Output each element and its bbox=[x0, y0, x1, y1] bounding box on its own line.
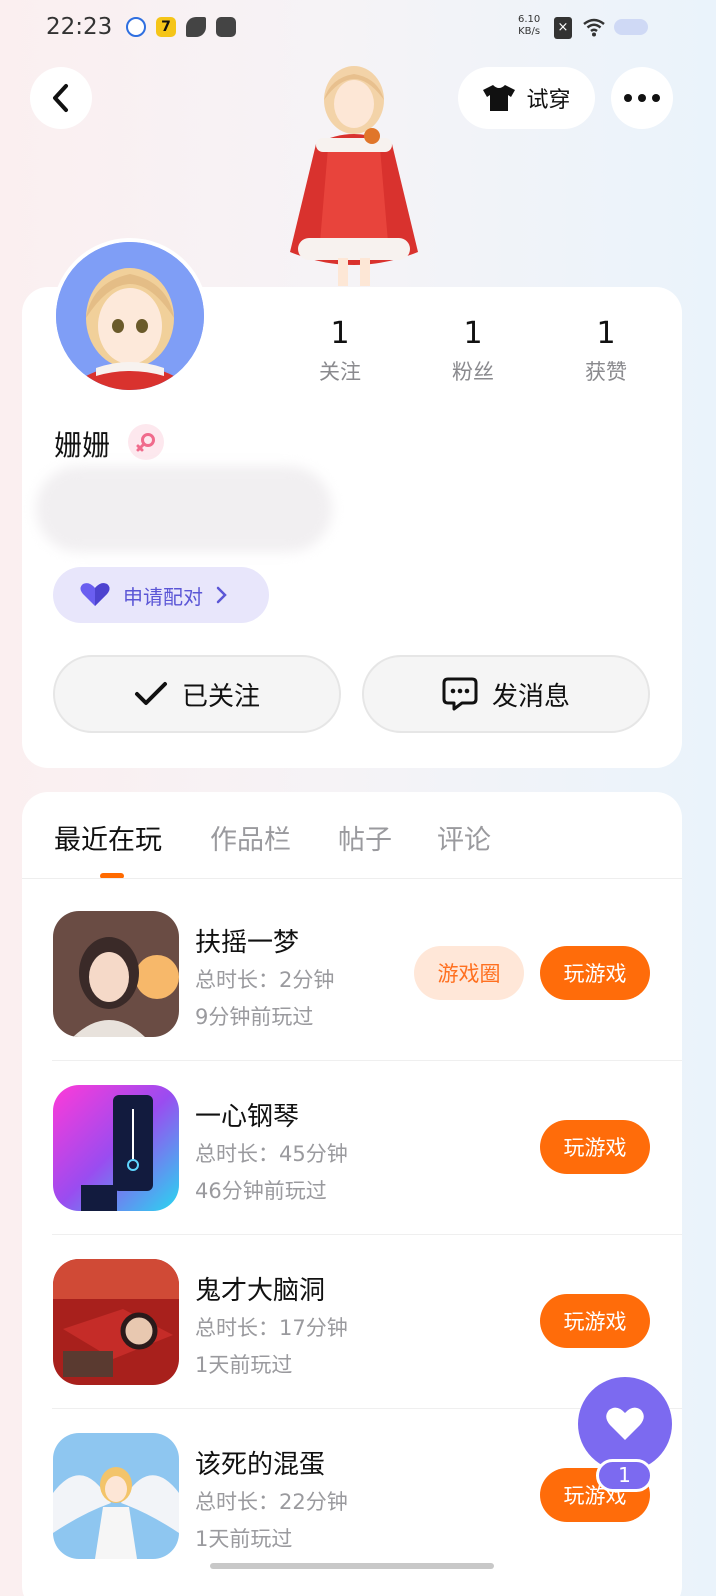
more-options-button[interactable] bbox=[611, 67, 673, 129]
game-row[interactable]: 扶摇一梦 总时长：2分钟 9分钟前玩过 游戏圈 玩游戏 bbox=[22, 887, 682, 1061]
network-speed-value: 6.10 bbox=[518, 14, 541, 25]
leaf-app-icon bbox=[186, 17, 206, 37]
chevron-left-icon bbox=[53, 84, 68, 112]
back-button[interactable] bbox=[30, 67, 92, 129]
stat-following[interactable]: 1 关注 bbox=[290, 316, 390, 386]
tab-comments[interactable]: 评论 bbox=[437, 818, 491, 857]
no-sim-icon: × bbox=[554, 17, 572, 39]
status-bar: 22:23 7 6.10 KB/s × bbox=[0, 0, 716, 56]
network-speed: 6.10 KB/s bbox=[518, 14, 540, 38]
game-row[interactable]: 一心钢琴 总时长：45分钟 46分钟前玩过 玩游戏 bbox=[22, 1061, 682, 1235]
avatar-image bbox=[56, 242, 204, 390]
game-title: 扶摇一梦 bbox=[195, 928, 300, 958]
tabs-divider bbox=[22, 878, 682, 879]
game-duration: 总时长：17分钟 bbox=[195, 1316, 348, 1340]
send-message-button[interactable]: 发消息 bbox=[362, 655, 650, 733]
send-message-label: 发消息 bbox=[491, 681, 570, 712]
game-duration: 总时长：2分钟 bbox=[195, 968, 335, 992]
game-icon-brain[interactable] bbox=[53, 1259, 179, 1385]
game-last-played: 1天前玩过 bbox=[195, 1353, 293, 1377]
stat-fans-value: 1 bbox=[463, 316, 483, 351]
seven-app-icon: 7 bbox=[156, 17, 176, 37]
apply-pair-label: 申请配对 bbox=[123, 584, 203, 609]
game-last-played: 46分钟前玩过 bbox=[195, 1179, 327, 1203]
apply-pair-button[interactable]: 申请配对 bbox=[53, 567, 269, 623]
game-title: 鬼才大脑洞 bbox=[195, 1276, 326, 1306]
tab-recently-played[interactable]: 最近在玩 bbox=[54, 818, 162, 857]
network-speed-unit: KB/s bbox=[518, 26, 541, 37]
try-on-button[interactable]: 试穿 bbox=[458, 67, 595, 129]
game-duration: 总时长：22分钟 bbox=[195, 1490, 348, 1514]
username: 姗姗 bbox=[54, 429, 111, 462]
try-on-label: 试穿 bbox=[526, 88, 571, 113]
heart-pair-icon bbox=[80, 583, 110, 606]
game-title: 一心钢琴 bbox=[195, 1102, 300, 1132]
stat-likes-value: 1 bbox=[596, 316, 616, 351]
stat-likes[interactable]: 1 获赞 bbox=[556, 316, 656, 386]
chat-bubble-icon bbox=[442, 677, 478, 711]
shirt-icon bbox=[483, 85, 516, 111]
battery-icon bbox=[614, 19, 648, 35]
stat-fans-label: 粉丝 bbox=[452, 360, 494, 384]
game-last-played: 1天前玩过 bbox=[195, 1527, 293, 1551]
heart-icon bbox=[606, 1407, 644, 1440]
game-icon-bastard[interactable] bbox=[53, 1433, 179, 1559]
check-icon bbox=[134, 682, 167, 705]
play-game-button[interactable]: 玩游戏 bbox=[540, 946, 650, 1000]
stat-fans[interactable]: 1 粉丝 bbox=[423, 316, 523, 386]
baidu-icon bbox=[126, 17, 146, 37]
avatar[interactable] bbox=[52, 238, 208, 394]
blurred-bio bbox=[36, 466, 332, 552]
like-count-badge: 1 bbox=[596, 1459, 653, 1492]
home-indicator bbox=[210, 1563, 494, 1569]
followed-button[interactable]: 已关注 bbox=[53, 655, 341, 733]
game-icon-piano[interactable] bbox=[53, 1085, 179, 1211]
game-title: 该死的混蛋 bbox=[195, 1450, 326, 1480]
stat-following-value: 1 bbox=[330, 316, 350, 351]
floating-like-button[interactable] bbox=[578, 1377, 672, 1471]
game-icon-fuyao[interactable] bbox=[53, 911, 179, 1037]
more-dots-icon bbox=[624, 94, 660, 102]
game-circle-button[interactable]: 游戏圈 bbox=[414, 946, 524, 1000]
game-last-played: 9分钟前玩过 bbox=[195, 1005, 314, 1029]
status-time: 22:23 bbox=[46, 14, 113, 40]
game-row[interactable]: 鬼才大脑洞 总时长：17分钟 1天前玩过 玩游戏 bbox=[22, 1235, 682, 1409]
play-game-button[interactable]: 玩游戏 bbox=[540, 1294, 650, 1348]
followed-label: 已关注 bbox=[181, 681, 260, 712]
game-duration: 总时长：45分钟 bbox=[195, 1142, 348, 1166]
stat-following-label: 关注 bbox=[319, 360, 361, 384]
stat-likes-label: 获赞 bbox=[585, 360, 627, 384]
female-gender-icon bbox=[128, 424, 164, 460]
tab-works[interactable]: 作品栏 bbox=[210, 818, 291, 857]
wifi-icon bbox=[583, 18, 605, 37]
chevron-right-icon bbox=[216, 586, 227, 604]
tab-posts[interactable]: 帖子 bbox=[338, 818, 392, 857]
avatar-3d-figure[interactable] bbox=[268, 52, 440, 288]
play-game-button[interactable]: 玩游戏 bbox=[540, 1120, 650, 1174]
bag-app-icon bbox=[216, 17, 236, 37]
